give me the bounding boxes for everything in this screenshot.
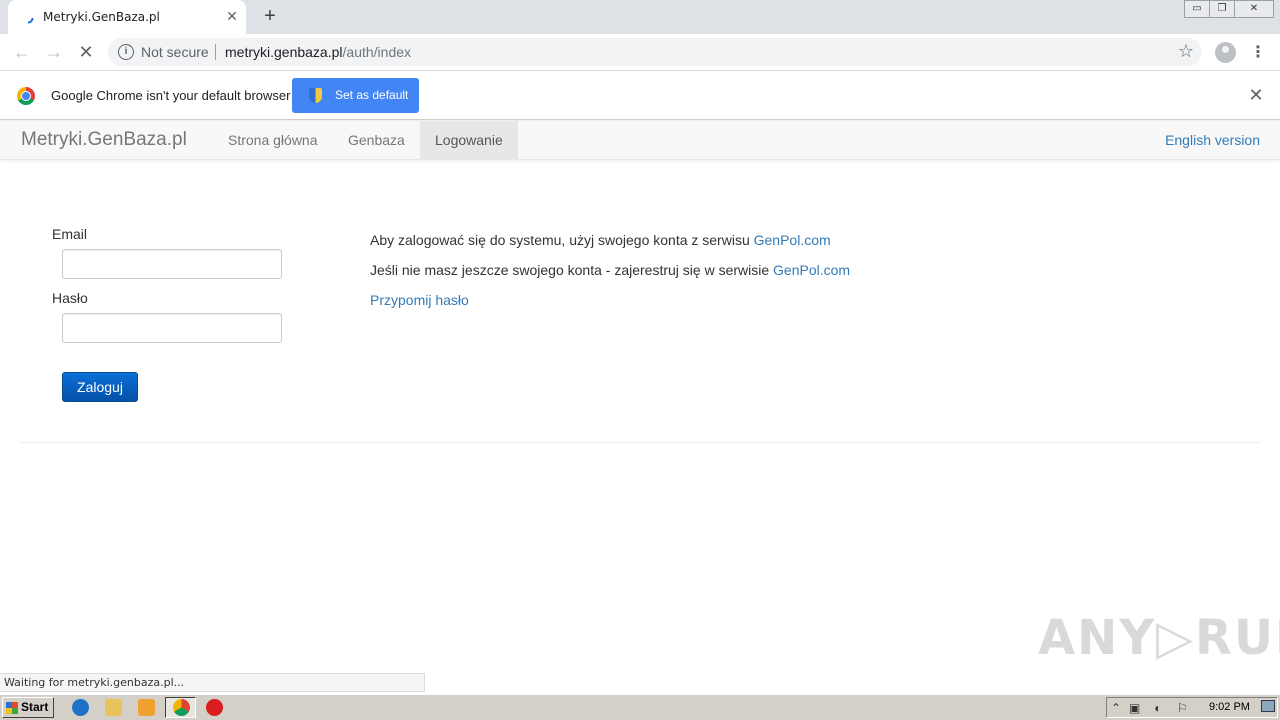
action-center-flag-icon[interactable]: ⚐: [1177, 701, 1188, 715]
forward-button[interactable]: →: [42, 40, 66, 64]
window-restore-button[interactable]: ❐: [1209, 0, 1235, 18]
default-browser-infobar: Google Chrome isn't your default browser…: [0, 72, 1280, 120]
new-tab-button[interactable]: +: [259, 5, 281, 27]
remind-password-link[interactable]: Przypomij hasło: [370, 292, 469, 308]
opera-icon[interactable]: [206, 699, 223, 716]
genpol-link-1[interactable]: GenPol.com: [754, 232, 831, 248]
chrome-taskbar-button[interactable]: [165, 697, 196, 718]
chrome-icon: [173, 699, 190, 716]
chrome-logo-icon: [17, 87, 35, 105]
uac-shield-icon: [309, 88, 322, 103]
url-text[interactable]: metryki.genbaza.pl/auth/index: [225, 44, 411, 60]
tab-close-icon[interactable]: ✕: [224, 8, 240, 24]
anyrun-watermark: ANY▷RUN: [1038, 610, 1280, 666]
browser-toolbar: ← → ✕ i Not secure metryki.genbaza.pl/au…: [0, 34, 1280, 71]
url-path: /auth/index: [342, 44, 412, 60]
content-divider: [20, 442, 1260, 443]
bookmark-star-icon[interactable]: ☆: [1178, 41, 1194, 62]
window-close-button[interactable]: ✕: [1234, 0, 1274, 18]
address-bar[interactable]: i Not secure metryki.genbaza.pl/auth/ind…: [108, 38, 1202, 66]
show-desktop-icon[interactable]: [1261, 700, 1275, 712]
set-as-default-label: Set as default: [335, 88, 409, 102]
site-navbar: Metryki.GenBaza.pl Strona główna Genbaza…: [0, 121, 1280, 160]
site-brand[interactable]: Metryki.GenBaza.pl: [21, 129, 187, 151]
info-line-1: Aby zalogować się do systemu, użyj swoje…: [370, 232, 831, 248]
password-field[interactable]: [62, 313, 282, 343]
status-bubble: Waiting for metryki.genbaza.pl...: [0, 673, 425, 692]
info-line-2: Jeśli nie masz jeszcze swojego konta - z…: [370, 262, 850, 278]
set-as-default-button[interactable]: Set as default: [292, 78, 419, 113]
windows-taskbar: Start ⌃ ▣ ◖ ⚐ 9:02 PM: [0, 694, 1280, 720]
system-tray: ⌃ ▣ ◖ ⚐ 9:02 PM: [1106, 697, 1278, 718]
nav-link-home[interactable]: Strona główna: [213, 121, 333, 160]
omnibox-divider: [215, 44, 216, 60]
window-minimize-button[interactable]: ▭: [1184, 0, 1210, 18]
genpol-link-2[interactable]: GenPol.com: [773, 262, 850, 278]
volume-icon[interactable]: ◖: [1153, 701, 1160, 715]
start-button[interactable]: Start: [2, 697, 54, 718]
email-field[interactable]: [62, 249, 282, 279]
password-label: Hasło: [52, 290, 88, 306]
taskbar-clock[interactable]: 9:02 PM: [1209, 701, 1250, 713]
internet-explorer-icon[interactable]: [72, 699, 89, 716]
nav-link-genbaza[interactable]: Genbaza: [333, 121, 420, 160]
media-player-icon[interactable]: [138, 699, 155, 716]
file-explorer-icon[interactable]: [105, 699, 122, 716]
english-version-link[interactable]: English version: [1165, 121, 1260, 160]
security-status[interactable]: Not secure: [141, 44, 209, 60]
tray-expand-icon[interactable]: ⌃: [1111, 701, 1121, 715]
infobar-close-icon[interactable]: ✕: [1247, 86, 1265, 104]
tab-title: Metryki.GenBaza.pl: [43, 10, 160, 24]
url-host: metryki.genbaza.pl: [225, 44, 343, 60]
info-icon[interactable]: i: [118, 44, 134, 60]
tab-strip: Metryki.GenBaza.pl ✕ + ▭ ❐ ✕: [0, 0, 1280, 34]
nav-link-login[interactable]: Logowanie: [420, 121, 518, 160]
network-icon[interactable]: ▣: [1129, 701, 1140, 715]
info-line-2-text: Jeśli nie masz jeszcze swojego konta - z…: [370, 262, 774, 278]
browser-menu-icon[interactable]: ⋮: [1250, 42, 1266, 64]
email-label: Email: [52, 226, 88, 242]
profile-avatar-icon[interactable]: [1215, 42, 1236, 63]
stop-loading-button[interactable]: ✕: [74, 40, 98, 64]
infobar-message: Google Chrome isn't your default browser: [51, 88, 291, 103]
start-label: Start: [21, 700, 49, 714]
login-button[interactable]: Zaloguj: [62, 372, 138, 402]
back-button[interactable]: ←: [10, 40, 34, 64]
loading-spinner-icon: [22, 12, 34, 24]
windows-logo-icon: [6, 702, 18, 714]
browser-tab[interactable]: Metryki.GenBaza.pl ✕: [8, 0, 246, 34]
info-line-1-text: Aby zalogować się do systemu, użyj swoje…: [370, 232, 754, 248]
